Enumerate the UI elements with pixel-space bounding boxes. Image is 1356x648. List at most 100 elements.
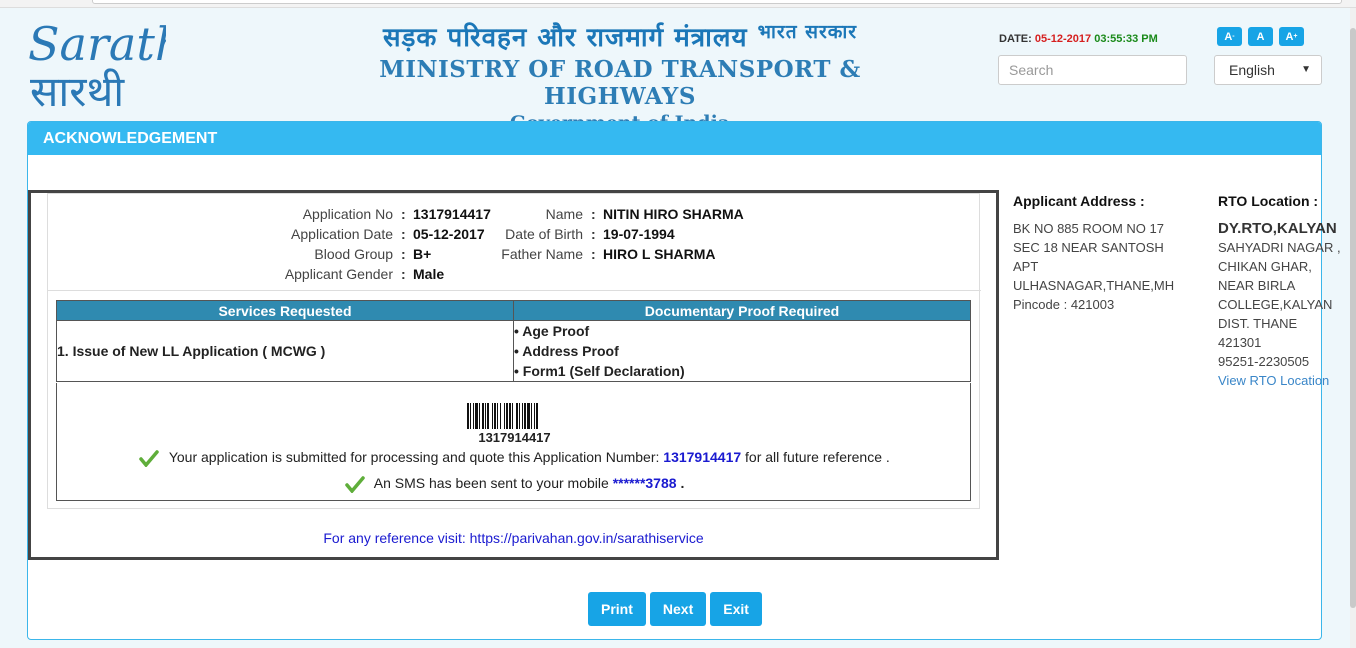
exit-button[interactable]: Exit <box>710 592 762 626</box>
checkmark-icon <box>139 450 159 468</box>
barcode-bar <box>470 403 471 429</box>
barcode-bar <box>492 403 493 429</box>
date-label: DATE: <box>999 33 1032 45</box>
info-area: Application No : 1317914417 Application … <box>47 193 981 509</box>
barcode-bar <box>531 403 532 429</box>
action-buttons: Print Next Exit <box>588 592 762 626</box>
rto-line: DIST. THANE <box>1218 316 1298 331</box>
service-item: 1. Issue of New LL Application ( MCWG ) <box>56 320 514 382</box>
barcode-bar <box>494 403 496 429</box>
barcode-bar <box>516 403 518 429</box>
name-label: Name <box>545 206 583 222</box>
services-header: Services Requested <box>56 300 514 321</box>
barcode-bar <box>487 403 489 429</box>
mobile-number: ******3788 <box>612 475 677 491</box>
blood-group-value: B+ <box>413 246 432 262</box>
services-table: Services Requested Documentary Proof Req… <box>56 300 971 382</box>
rto-location: RTO Location : DY.RTO,KALYAN SAHYADRI NA… <box>1218 192 1356 390</box>
barcode-bar <box>536 403 538 429</box>
dob-label: Date of Birth <box>505 226 583 242</box>
proof-header: Documentary Proof Required <box>513 300 971 321</box>
barcode-bar <box>506 403 508 429</box>
print-button[interactable]: Print <box>588 592 646 626</box>
search-input[interactable]: Search <box>998 55 1187 85</box>
browser-toolbar <box>0 0 1356 8</box>
view-rto-location-link[interactable]: View RTO Location <box>1218 373 1329 388</box>
name-value: NITIN HIRO SHARMA <box>603 206 744 222</box>
applicant-address: Applicant Address : BK NO 885 ROOM NO 17… <box>1013 192 1193 314</box>
acknowledgement-box: Application No : 1317914417 Application … <box>28 190 999 560</box>
govt-hindi: भारत सरकार <box>757 21 858 43</box>
chevron-down-icon: ▼ <box>1301 64 1311 75</box>
time-value: 03:55:33 PM <box>1094 33 1158 45</box>
rto-line: SAHYADRI NAGAR , <box>1218 240 1341 255</box>
dob-value: 19-07-1994 <box>603 226 675 242</box>
barcode-bar <box>509 403 511 429</box>
next-button[interactable]: Next <box>649 592 707 626</box>
language-value: English <box>1229 62 1275 78</box>
barcode-bar <box>485 403 486 429</box>
address-bar[interactable] <box>92 0 1342 4</box>
address-line: ULHASNAGAR,THANE,MH <box>1013 278 1175 293</box>
barcode-bar <box>522 403 523 429</box>
barcode-bar <box>504 403 505 429</box>
father-name-label: Father Name <box>501 246 583 262</box>
barcode-bar <box>512 403 513 429</box>
barcode-bar <box>479 403 480 429</box>
logo-text-en: Sarathi <box>28 17 166 71</box>
address-line: APT <box>1013 259 1039 274</box>
barcode-bar <box>497 403 498 429</box>
checkmark-icon <box>344 476 365 494</box>
barcode-bar <box>524 403 526 429</box>
barcode-bar <box>467 403 469 429</box>
barcode-number: 1317914417 <box>478 430 551 445</box>
rto-line: NEAR BIRLA <box>1218 278 1296 293</box>
ministry-title: सड़क परिवहन और राजमार्ग मंत्रालय भारत सर… <box>330 18 910 134</box>
app-date-value: 05-12-2017 <box>413 226 485 242</box>
applicant-details: Application No : 1317914417 Application … <box>48 194 981 291</box>
sarathi-logo: Sarathi सारथी <box>28 17 166 111</box>
font-normal-button[interactable]: A <box>1248 27 1273 46</box>
app-no-label: Application No <box>302 206 393 222</box>
barcode-bar <box>534 403 535 429</box>
father-name-value: HIRO L SHARMA <box>603 246 716 262</box>
panel-title: ACKNOWLEDGEMENT <box>28 122 1321 155</box>
address-line: BK NO 885 ROOM NO 17 <box>1013 221 1164 236</box>
barcode-bar <box>475 403 478 429</box>
reference-link[interactable]: For any reference visit: https://parivah… <box>31 530 996 546</box>
date-value: 05-12-2017 <box>1034 33 1092 45</box>
rto-line: 421301 <box>1218 335 1262 350</box>
app-date-label: Application Date <box>291 226 393 242</box>
sms-message: An SMS has been sent to your mobile ****… <box>57 475 972 494</box>
app-no-value: 1317914417 <box>413 206 491 222</box>
address-line: SEC 18 NEAR SANTOSH <box>1013 240 1164 255</box>
rto-office: DY.RTO,KALYAN <box>1218 220 1337 237</box>
font-size-controls: A- A A + <box>1217 27 1304 46</box>
barcode-bar <box>527 403 530 429</box>
proof-item: • Address Proof <box>514 343 619 359</box>
acknowledgement-panel: ACKNOWLEDGEMENT Application No : 1317914… <box>27 121 1341 640</box>
font-increase-button[interactable]: A + <box>1279 27 1304 46</box>
confirmation-area: 1317914417 Your application is submitted… <box>56 383 971 501</box>
barcode-bar <box>482 403 484 429</box>
address-heading: Applicant Address : <box>1013 193 1145 209</box>
proof-item: • Form1 (Self Declaration) <box>514 363 685 379</box>
ministry-hindi: सड़क परिवहन और राजमार्ग मंत्रालय <box>382 23 748 53</box>
rto-line: 95251-2230505 <box>1218 354 1310 369</box>
font-decrease-button[interactable]: A- <box>1217 27 1242 46</box>
ministry-english: MINISTRY OF ROAD TRANSPORT & HIGHWAYS <box>379 56 861 110</box>
rto-line: CHIKAN GHAR, <box>1218 259 1312 274</box>
gender-label: Applicant Gender <box>284 266 393 282</box>
barcode-bar <box>519 403 520 429</box>
address-line: Pincode : 421003 <box>1013 297 1115 312</box>
proof-list: • Age Proof • Address Proof • Form1 (Sel… <box>513 320 971 382</box>
rto-line: COLLEGE,KALYAN <box>1218 297 1333 312</box>
language-select[interactable]: English ▼ <box>1214 55 1322 85</box>
application-number: 1317914417 <box>663 449 742 465</box>
gender-value: Male <box>413 266 445 282</box>
blood-group-label: Blood Group <box>314 246 393 262</box>
rto-heading: RTO Location : <box>1218 193 1319 209</box>
proof-item: • Age Proof <box>514 323 590 339</box>
barcode-bar <box>473 403 474 429</box>
barcode-bar <box>500 403 501 429</box>
